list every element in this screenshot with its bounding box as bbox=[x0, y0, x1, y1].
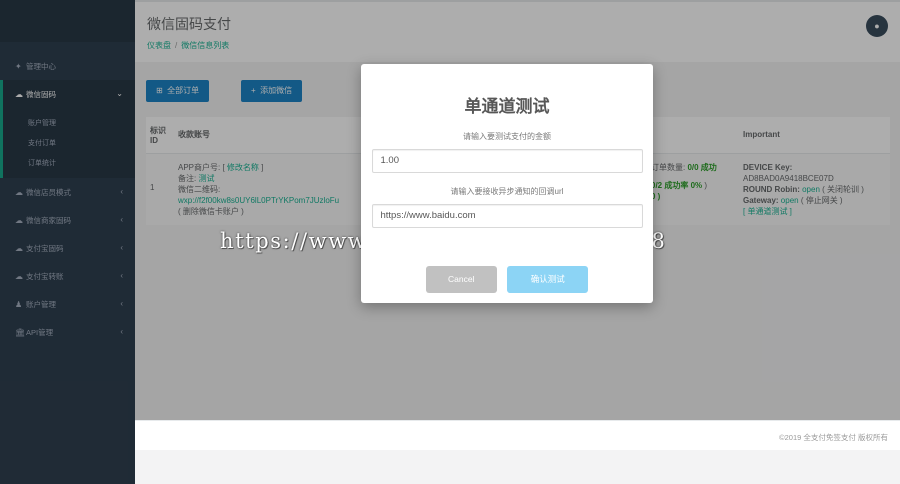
callback-url-label: 请输入要接收异步通知的回调url bbox=[450, 187, 564, 196]
confirm-test-button[interactable]: 确认测试 bbox=[507, 266, 589, 293]
callback-url-input[interactable]: https://www.baidu.com bbox=[371, 204, 643, 228]
single-channel-test-dialog: 单通道测试 请输入要测试支付的金额 1.00 请输入要接收异步通知的回调url … bbox=[361, 64, 653, 303]
amount-input[interactable]: 1.00 bbox=[371, 149, 643, 173]
dialog-buttons: Cancel 确认测试 bbox=[361, 266, 653, 293]
modal-backdrop-sidebar[interactable] bbox=[0, 0, 135, 484]
cancel-button[interactable]: Cancel bbox=[425, 266, 497, 293]
amount-label: 请输入要测试支付的金额 bbox=[463, 132, 551, 141]
footer-copyright: ©2019 全支付免签支付 版权所有 bbox=[779, 433, 888, 442]
dialog-title: 单通道测试 bbox=[464, 97, 550, 116]
footer: ©2019 全支付免签支付 版权所有 bbox=[135, 420, 900, 450]
